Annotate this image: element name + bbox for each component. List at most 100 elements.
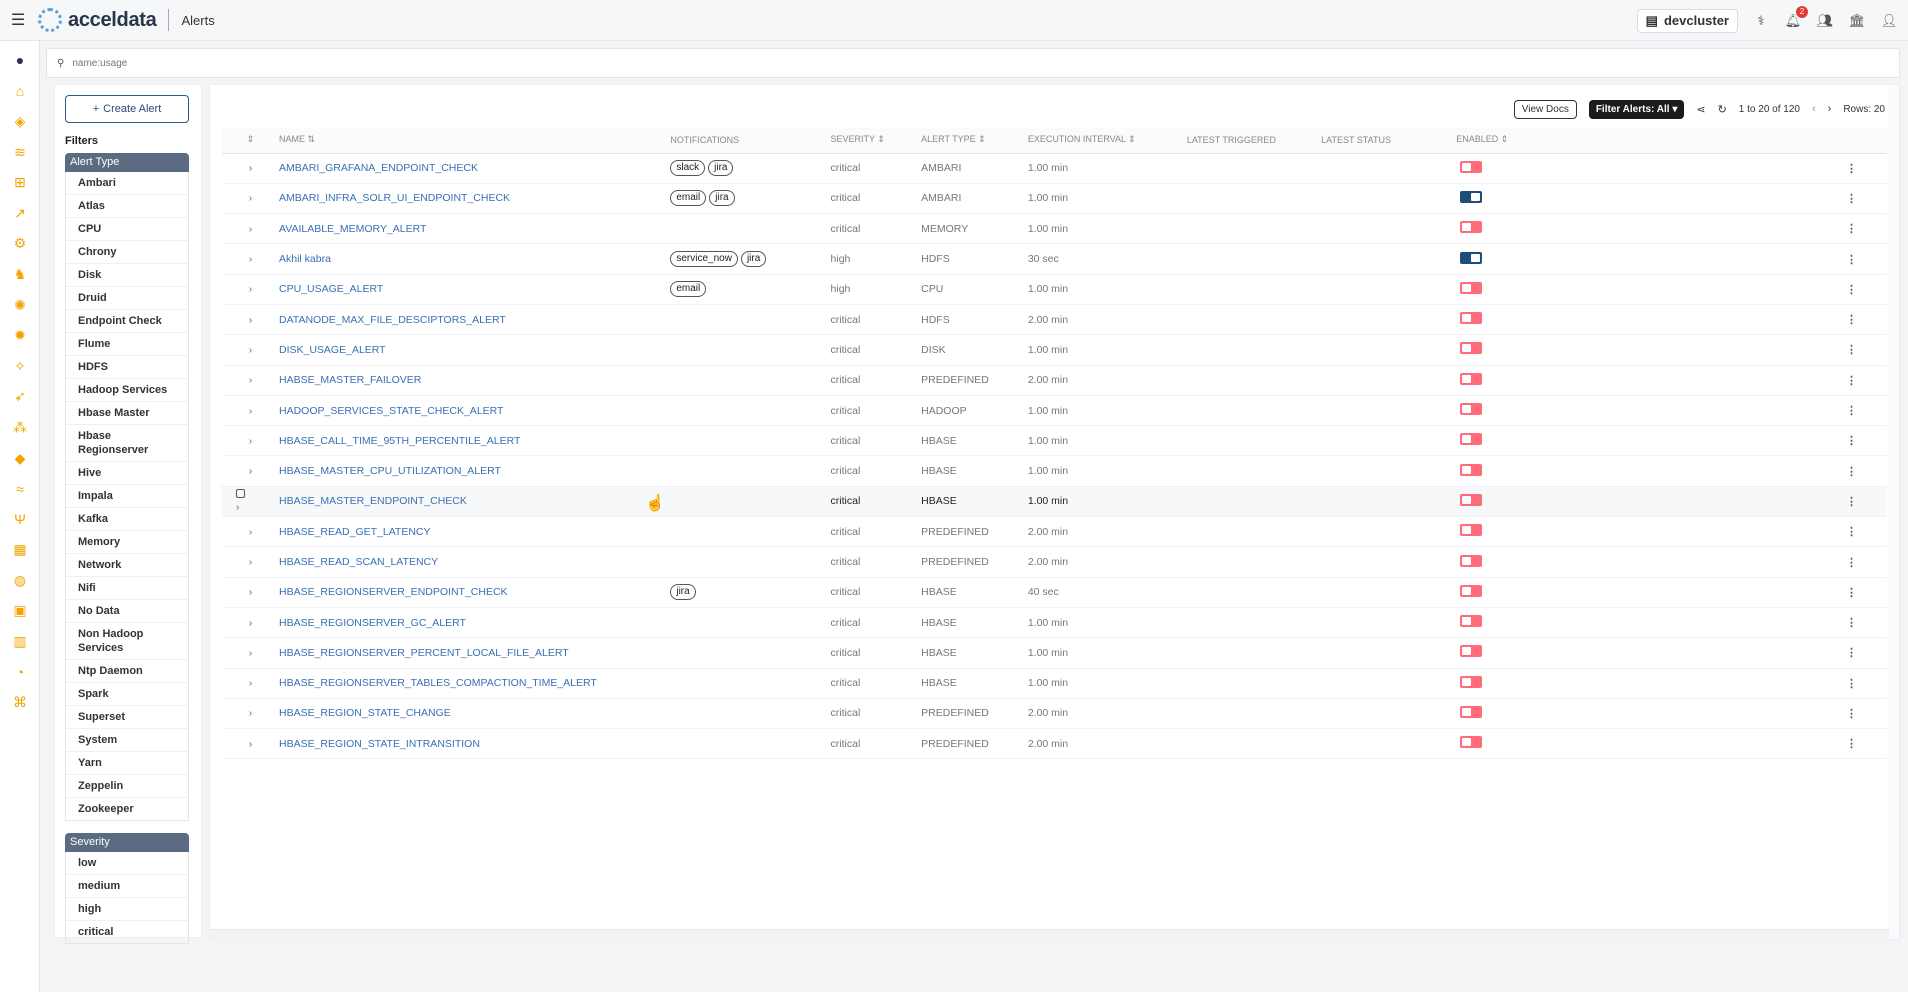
filter-option-alert-type[interactable]: Superset [66,706,188,729]
chevron-right-icon[interactable]: › [249,345,252,356]
column-header-enabled[interactable]: ENABLED ⇕ [1450,127,1788,154]
chevron-right-icon[interactable]: › [249,254,252,265]
more-options-icon[interactable]: ⋮ [1846,496,1857,508]
alert-name-link[interactable]: DISK_USAGE_ALERT [279,344,386,356]
filter-option-alert-type[interactable]: Network [66,554,188,577]
table-row[interactable]: › HADOOP_SERVICES_STATE_CHECK_ALERT critic… [222,395,1887,427]
chevron-right-icon[interactable]: › [249,406,252,417]
enabled-toggle[interactable] [1460,312,1483,325]
table-row[interactable]: › AMBARI_INFRA_SOLR_UI_ENDPOINT_CHECK emai… [222,183,1887,215]
table-row[interactable]: › HBASE_REGIONSERVER_PERCENT_LOCAL_FILE_A… [222,637,1887,669]
app-logo[interactable]: acceldata [38,8,157,32]
more-options-icon[interactable]: ⋮ [1846,314,1857,326]
filter-option-alert-type[interactable]: Endpoint Check [66,310,188,333]
alert-name-link[interactable]: HBASE_REGIONSERVER_ENDPOINT_CHECK [279,586,508,598]
alert-name-link[interactable]: HBASE_READ_SCAN_LATENCY [279,556,438,568]
drop-icon[interactable]: ◆ [0,443,40,474]
table-row[interactable]: › HBASE_REGIONSERVER_GC_ALERT critical HBAS… [222,607,1887,639]
filter-option-alert-type[interactable]: Yarn [66,752,188,775]
table-row[interactable]: › HBASE_READ_SCAN_LATENCY critical PREDEFIN… [222,546,1887,578]
chevron-right-icon[interactable]: › [249,557,252,568]
table-row[interactable]: › AVAILABLE_MEMORY_ALERT critical MEMORY 1.0… [222,213,1887,245]
table-row[interactable]: › HBASE_REGIONSERVER_ENDPOINT_CHECK jira cr… [222,577,1887,608]
row-checkbox[interactable] [236,489,245,499]
alert-name-link[interactable]: AMBARI_GRAFANA_ENDPOINT_CHECK [279,162,478,174]
horizontal-scrollbar[interactable] [210,929,1899,939]
chart-line-icon[interactable]: ↗ [0,198,40,229]
more-options-icon[interactable]: ⋮ [1846,163,1857,175]
alert-name-link[interactable]: HBASE_CALL_TIME_95TH_PERCENTILE_ALERT [279,435,520,447]
table-row[interactable]: › HBASE_REGION_STATE_CHANGE critical PREDEF… [222,698,1887,730]
more-options-icon[interactable]: ⋮ [1846,678,1857,690]
fork-icon[interactable]: Ψ [0,504,40,535]
alert-name-link[interactable]: CPU_USAGE_ALERT [279,283,383,295]
column-header-execution-interval[interactable]: EXECUTION INTERVAL ⇕ [1021,127,1181,154]
enabled-toggle[interactable] [1460,160,1483,173]
chevron-right-icon[interactable]: › [249,587,252,598]
health-icon[interactable]: ⚕ [1752,12,1770,30]
previous-page-icon[interactable]: ‹ [1812,103,1816,115]
alert-name-link[interactable]: HBASE_REGIONSERVER_PERCENT_LOCAL_FILE_AL… [279,647,569,659]
chevron-right-icon[interactable]: › [249,193,252,204]
gear-cube-icon[interactable]: ⚙ [0,229,40,260]
enabled-toggle[interactable] [1460,645,1483,658]
share-icon[interactable]: ⋖ [1696,103,1705,116]
create-alert-button[interactable]: + Create Alert [65,95,189,123]
hamburger-menu-icon[interactable]: ☰ [0,10,36,30]
enabled-toggle[interactable] [1460,736,1483,749]
enabled-toggle[interactable] [1460,584,1483,597]
wind-icon[interactable]: ≈ [0,473,40,504]
more-options-icon[interactable]: ⋮ [1846,738,1857,750]
enabled-toggle[interactable] [1460,524,1483,537]
filter-option-alert-type[interactable]: Hadoop Services [66,379,188,402]
alert-name-link[interactable]: HBASE_READ_GET_LATENCY [279,526,431,538]
vertical-scrollbar[interactable] [1889,85,1899,939]
chevron-right-icon[interactable]: › [249,678,252,689]
elephant-icon[interactable]: ♞ [0,259,40,290]
enabled-toggle[interactable] [1460,190,1483,203]
chevron-right-icon[interactable]: › [249,648,252,659]
alert-name-link[interactable]: Akhil kabra [279,253,331,265]
alert-name-link[interactable]: HBASE_MASTER_CPU_UTILIZATION_ALERT [279,465,501,477]
database-icon[interactable]: ◍ [0,565,40,596]
table-row[interactable]: › HBASE_READ_GET_LATENCY critical PREDEFINE… [222,516,1887,548]
filter-option-severity[interactable]: high [66,898,188,921]
alert-name-link[interactable]: DATANODE_MAX_FILE_DESCIPTORS_ALERT [279,314,506,326]
bell-icon[interactable]: ◔ [0,657,40,688]
filter-option-alert-type[interactable]: Nifi [66,577,188,600]
enabled-toggle[interactable] [1460,705,1483,718]
filter-option-alert-type[interactable]: Spark [66,683,188,706]
column-header-severity[interactable]: SEVERITY ⇕ [824,127,916,154]
enabled-toggle[interactable] [1460,554,1483,567]
network-icon[interactable]: ✧ [0,351,40,382]
enabled-toggle[interactable] [1460,281,1483,294]
more-options-icon[interactable]: ⋮ [1846,435,1857,447]
alert-name-link[interactable]: HBASE_REGIONSERVER_TABLES_COMPACTION_TIM… [279,677,597,689]
bee-icon[interactable]: ✺ [0,290,40,321]
filter-option-alert-type[interactable]: Ambari [66,172,188,195]
table-row[interactable]: › HBASE_REGION_STATE_INTRANSITION critical… [222,728,1887,760]
command-icon[interactable]: ⌘ [0,687,40,718]
filter-option-alert-type[interactable]: No Data [66,600,188,623]
building-icon[interactable]: 🏛︎ [1848,12,1866,30]
printer-icon[interactable]: ▥ [0,626,40,657]
table-row[interactable]: › HBASE_CALL_TIME_95TH_PERCENTILE_ALERT cr… [222,425,1887,457]
search-input[interactable] [72,57,1899,69]
chevron-right-icon[interactable]: › [249,618,252,629]
table-row[interactable]: › HABSE_MASTER_FAILOVER critical PREDEFINED… [222,365,1887,396]
filter-option-severity[interactable]: critical [66,921,188,943]
enabled-toggle[interactable] [1460,251,1483,264]
more-options-icon[interactable]: ⋮ [1846,405,1857,417]
filter-option-alert-type[interactable]: Zeppelin [66,775,188,798]
alert-name-link[interactable]: AVAILABLE_MEMORY_ALERT [279,223,426,235]
filter-option-alert-type[interactable]: Zookeeper [66,798,188,820]
chevron-right-icon[interactable]: › [249,224,252,235]
document-icon[interactable]: ▦ [0,535,40,566]
filter-option-severity[interactable]: low [66,852,188,875]
enabled-toggle[interactable] [1460,675,1483,688]
hierarchy-icon[interactable]: ⊞ [0,167,40,198]
alert-name-link[interactable]: HBASE_REGION_STATE_CHANGE [279,707,451,719]
severity-filter-header[interactable]: Severity [65,833,189,852]
table-row[interactable]: › DATANODE_MAX_FILE_DESCIPTORS_ALERT criti… [222,304,1887,336]
next-page-icon[interactable]: › [1828,103,1832,115]
